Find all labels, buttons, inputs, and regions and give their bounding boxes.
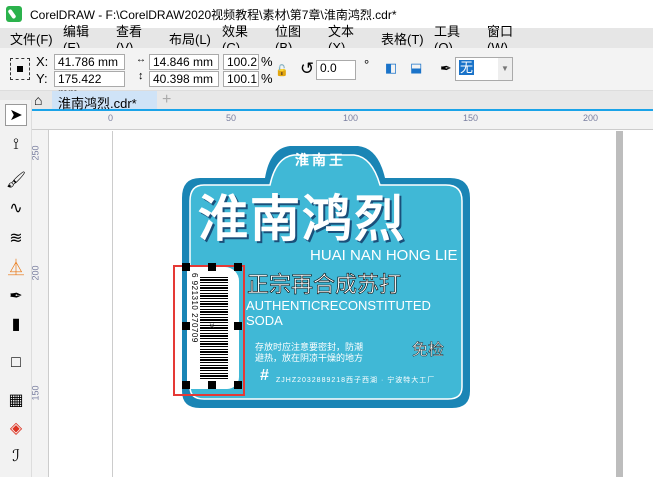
shape-tool-icon[interactable]: ⟟ [5,134,27,156]
pen-tool-icon[interactable]: ✒ [5,286,27,308]
outline-value: 无 [459,60,475,75]
product-title: 淮南鸿烈 [198,191,406,247]
document-tab-bar: ⌂ 淮南鸿烈.cdr* + [0,91,653,111]
artistic-media-icon[interactable]: ≋ [5,228,27,250]
selection-handles[interactable]: × [182,263,242,389]
page-shadow [616,131,623,477]
vertical-ruler[interactable]: 250 200 150 [30,130,49,477]
fill-tool-icon[interactable]: ◈ [5,418,27,440]
coreldraw-logo-icon [6,6,22,22]
horizontal-ruler[interactable]: 0 50 100 150 200 [32,111,653,130]
brush-tool-icon[interactable]: 🖌 [5,170,27,192]
smear-tool-icon[interactable]: ℐ [5,446,27,468]
y-position-input[interactable]: 175.422 mm [54,71,125,100]
ruler-tick-label: 0 [108,113,114,123]
hash-symbol: # [260,367,269,384]
height-icon: ↕ [138,70,144,82]
drawing-canvas[interactable]: 淮南王 淮南鸿烈 HUAI NAN HONG LIE 正宗再合成苏打 AUTHE… [50,131,653,477]
add-tab-button[interactable]: + [162,91,171,109]
degree-symbol: ° [364,57,370,72]
lock-ratio-icon[interactable]: 🔓 [275,64,289,77]
mirror-vertical-icon[interactable]: ⬓ [410,60,422,76]
exempt-text: 免检 [412,342,445,359]
brand-text: 淮南王 [295,152,346,168]
menu-file[interactable]: 文件(F) [0,29,53,48]
ruler-tick-label: 200 [583,113,599,123]
ruler-tick-label: 100 [343,113,359,123]
y-label: Y: [36,71,48,86]
center-x-marker-icon: × [209,321,215,332]
mirror-horizontal-icon[interactable]: ◧ [385,60,397,76]
rotation-input[interactable]: 0.0 [316,60,356,80]
ruler-tick-label: 150 [30,385,41,401]
rotate-icon: ↺ [300,59,315,78]
x-label: X: [36,54,49,69]
subtitle-text: 正宗再合成苏打 [247,272,402,298]
ruler-tick-label: 50 [226,113,237,123]
percent-x: % [261,54,273,69]
footer-text: ZJHZ2032889218西子西湖 · 宁波特大工厂 [276,377,436,384]
menu-layout[interactable]: 布局(L) [159,29,212,48]
chevron-down-icon[interactable]: ▼ [498,58,512,80]
ruler-tick-label: 150 [463,113,479,123]
english-text: AUTHENTICRECONSTITUTED SODA [246,298,431,328]
pick-tool-icon[interactable]: ➤ [5,104,27,126]
percent-y: % [261,71,273,86]
scale-x-input[interactable]: 100.2 [223,54,259,70]
property-bar: X: Y: 41.786 mm 175.422 mm ↔ ↕ 14.846 mm… [0,48,653,100]
menu-bar: 文件(F) 编辑(E) 查看(V) 布局(L) 效果(C) 位图(B) 文本(X… [0,24,653,55]
toolbox: ➤ ⟟ 🖌 ∿ ≋ ⏅ ✒ ▮ □ ▦ ◈ ℐ [0,100,32,477]
menu-table[interactable]: 表格(T) [371,29,424,48]
outline-width-select[interactable]: 无 ▼ [455,57,513,81]
pinyin-text: HUAI NAN HONG LIE [310,247,458,264]
dimension-tool-icon[interactable]: ⏅ [5,258,27,280]
reference-point-icon[interactable] [10,58,30,80]
width-input[interactable]: 14.846 mm [149,54,219,70]
ruler-tick-label: 250 [30,145,41,161]
rectangle-tool-icon[interactable]: □ [5,352,27,374]
scale-y-input[interactable]: 100.1 [223,71,259,87]
transparency-tool-icon[interactable]: ▦ [5,390,27,412]
eraser-tool-icon[interactable]: ▮ [5,314,27,336]
notice-line-2: 避热，放在阴凉干燥的地方 [255,353,364,363]
page-left-border [112,131,113,477]
ruler-tick-label: 200 [30,265,41,281]
outline-pen-icon: ✒ [440,60,452,76]
x-position-input[interactable]: 41.786 mm [54,54,125,70]
tab-document[interactable]: 淮南鸿烈.cdr* [52,91,157,111]
height-input[interactable]: 40.398 mm [149,71,219,87]
home-icon[interactable]: ⌂ [34,92,42,108]
window-title: CorelDRAW - F:\CorelDRAW2020视频教程\素材\第7章\… [30,7,397,22]
freehand-tool-icon[interactable]: ∿ [5,198,27,220]
width-icon: ↔ [136,54,146,65]
